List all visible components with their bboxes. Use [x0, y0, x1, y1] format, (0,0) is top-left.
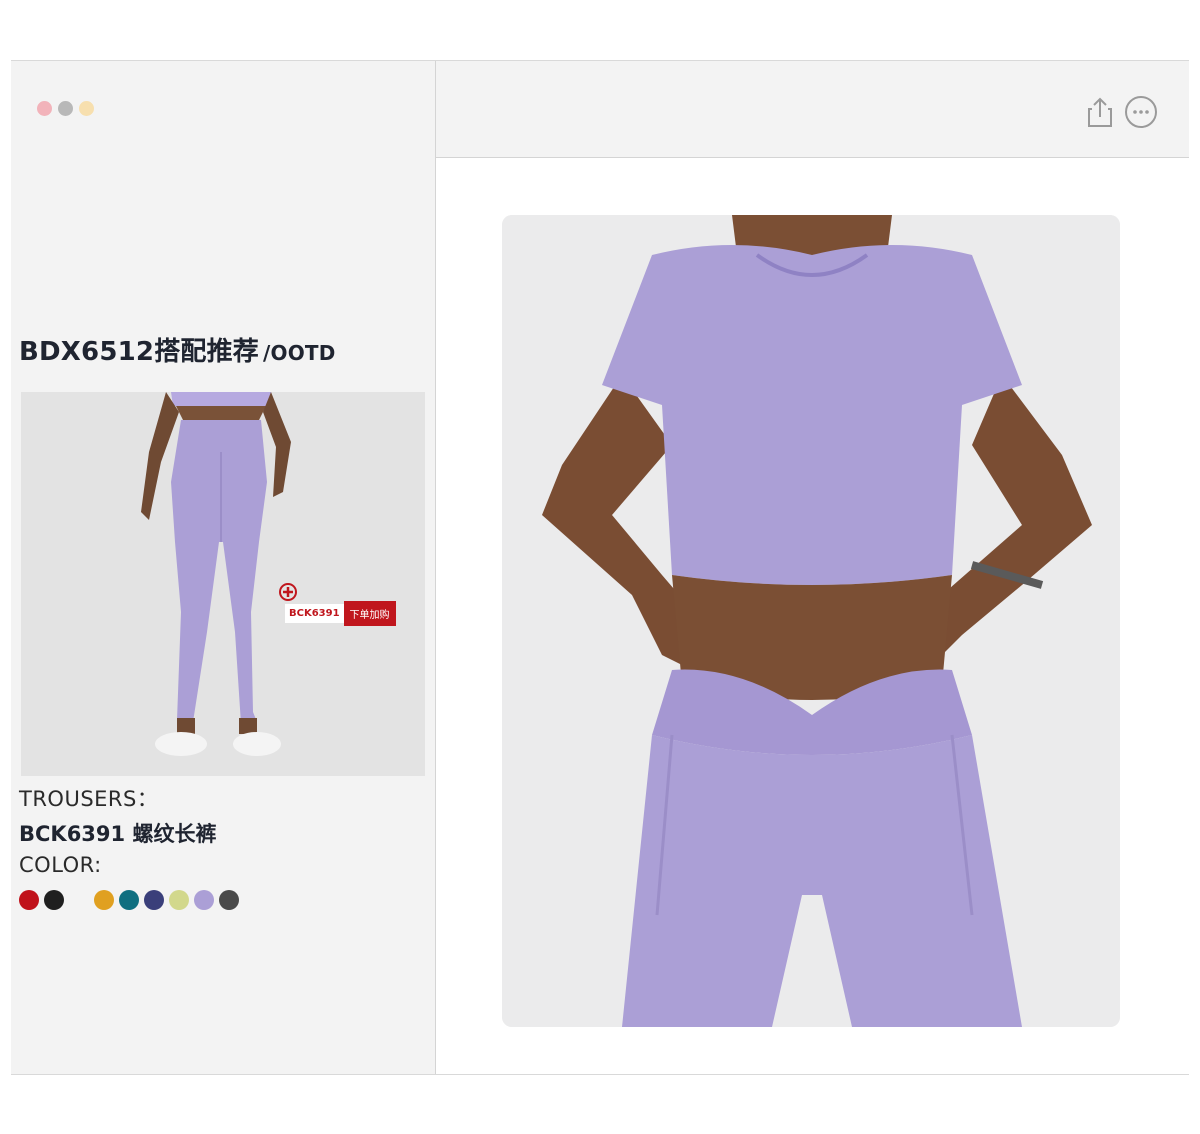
- add-to-cart-button[interactable]: 下单加购: [343, 601, 396, 626]
- product-tag-code: BCK6391: [285, 604, 344, 623]
- title-main: BDX6512搭配推荐: [19, 337, 260, 367]
- window-dot-minimize[interactable]: [58, 101, 73, 116]
- color-swatch-red[interactable]: [19, 890, 39, 910]
- color-swatch-lavender[interactable]: [194, 890, 214, 910]
- right-header: [436, 61, 1189, 158]
- trousers-name: BCK6391 螺纹长裤: [19, 822, 217, 846]
- color-swatches: [19, 890, 239, 910]
- plus-circle-icon[interactable]: [279, 583, 297, 601]
- color-swatch-teal[interactable]: [119, 890, 139, 910]
- color-swatch-lime[interactable]: [169, 890, 189, 910]
- color-swatch-charcoal[interactable]: [219, 890, 239, 910]
- color-swatch-white[interactable]: [69, 890, 89, 910]
- window-dot-maximize[interactable]: [79, 101, 94, 116]
- title-suffix: /OOTD: [263, 341, 336, 365]
- window-dot-close[interactable]: [37, 101, 52, 116]
- color-swatch-navy[interactable]: [144, 890, 164, 910]
- outfit-hero-photo[interactable]: [502, 215, 1120, 1027]
- color-swatch-black[interactable]: [44, 890, 64, 910]
- share-icon[interactable]: [1083, 95, 1117, 129]
- more-icon[interactable]: [1124, 95, 1158, 129]
- outfit-front-illustration: [502, 215, 1120, 1027]
- trousers-back-illustration: [21, 392, 425, 776]
- page-title: BDX6512搭配推荐/OOTD: [19, 331, 336, 368]
- left-panel: BDX6512搭配推荐/OOTD BCK6391 下单加购 TROUSERS： …: [11, 61, 436, 1074]
- color-label: COLOR:: [19, 853, 102, 877]
- window-controls: [37, 101, 94, 116]
- app-frame: BDX6512搭配推荐/OOTD BCK6391 下单加购 TROUSERS： …: [11, 60, 1189, 1075]
- color-swatch-mustard[interactable]: [94, 890, 114, 910]
- trousers-photo[interactable]: BCK6391 下单加购: [21, 392, 425, 776]
- product-tag[interactable]: BCK6391 下单加购: [279, 583, 396, 626]
- trousers-label: TROUSERS：: [19, 787, 159, 811]
